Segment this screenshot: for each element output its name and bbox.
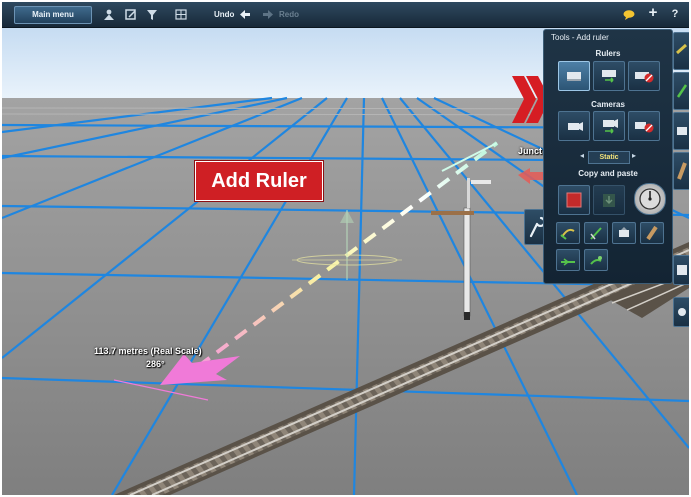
scenery-paste-button[interactable] xyxy=(584,249,608,271)
track-paste-button[interactable] xyxy=(584,222,608,244)
rulers-heading: Rulers xyxy=(595,49,621,58)
move-ruler-button[interactable] xyxy=(593,61,625,91)
right-tool-strip xyxy=(673,29,689,329)
strip-tool-3[interactable] xyxy=(673,112,689,150)
grid-icon[interactable] xyxy=(174,8,188,21)
move-camera-button[interactable] xyxy=(593,111,625,141)
objects-paste-button[interactable] xyxy=(612,222,636,244)
redo-icon[interactable] xyxy=(261,8,275,21)
angle-label: 286° xyxy=(146,359,165,369)
person-icon[interactable] xyxy=(102,8,116,21)
add-ruler-button[interactable] xyxy=(558,61,590,91)
app-window: Main menu Undo Redo + ? 113.7 metres (Re… xyxy=(2,2,689,495)
undo-label[interactable]: Undo xyxy=(214,10,234,19)
copy-paste-heading: Copy and paste xyxy=(578,169,638,178)
cameras-heading: Cameras xyxy=(591,100,625,109)
filter-icon[interactable] xyxy=(145,8,159,21)
camera-mode-next-arrow[interactable]: ▸ xyxy=(632,151,636,160)
copy-selection-button[interactable] xyxy=(558,185,590,215)
wrench-icon xyxy=(529,216,546,238)
undo-icon[interactable] xyxy=(238,8,252,21)
add-ruler-callout: Add Ruler xyxy=(195,161,323,201)
delete-ruler-button[interactable] xyxy=(628,61,660,91)
terrain-paste-button[interactable] xyxy=(556,249,580,271)
strip-tool-4[interactable] xyxy=(673,152,689,190)
edit-icon[interactable] xyxy=(124,8,138,21)
camera-mode-select[interactable]: Static xyxy=(588,151,630,164)
panel-title: Tools - Add ruler xyxy=(551,33,609,42)
measurement-label: 113.7 metres (Real Scale) xyxy=(94,346,202,356)
add-camera-button[interactable] xyxy=(558,111,590,141)
rotate-dial[interactable] xyxy=(634,183,666,215)
redo-label[interactable]: Redo xyxy=(279,10,299,19)
strip-tool-2[interactable] xyxy=(673,72,689,110)
tools-panel: Tools - Add ruler Rulers Cameras ◂ Stati… xyxy=(543,29,673,284)
strip-tool-1[interactable] xyxy=(673,32,689,70)
plus-icon[interactable]: + xyxy=(646,5,660,20)
chat-icon[interactable] xyxy=(622,8,636,21)
splines-paste-button[interactable] xyxy=(556,222,580,244)
camera-mode-prev-arrow[interactable]: ◂ xyxy=(580,151,584,160)
help-icon[interactable]: ? xyxy=(668,8,682,21)
strip-tool-5[interactable] xyxy=(673,255,689,285)
delete-camera-button[interactable] xyxy=(628,111,660,141)
top-toolbar: Main menu Undo Redo + ? xyxy=(2,2,689,28)
paste-button[interactable] xyxy=(593,185,625,215)
strip-tool-6[interactable] xyxy=(673,297,689,327)
textures-paste-button[interactable] xyxy=(640,222,664,244)
junction-label: Junct xyxy=(518,146,543,156)
main-menu-button[interactable]: Main menu xyxy=(14,6,92,24)
